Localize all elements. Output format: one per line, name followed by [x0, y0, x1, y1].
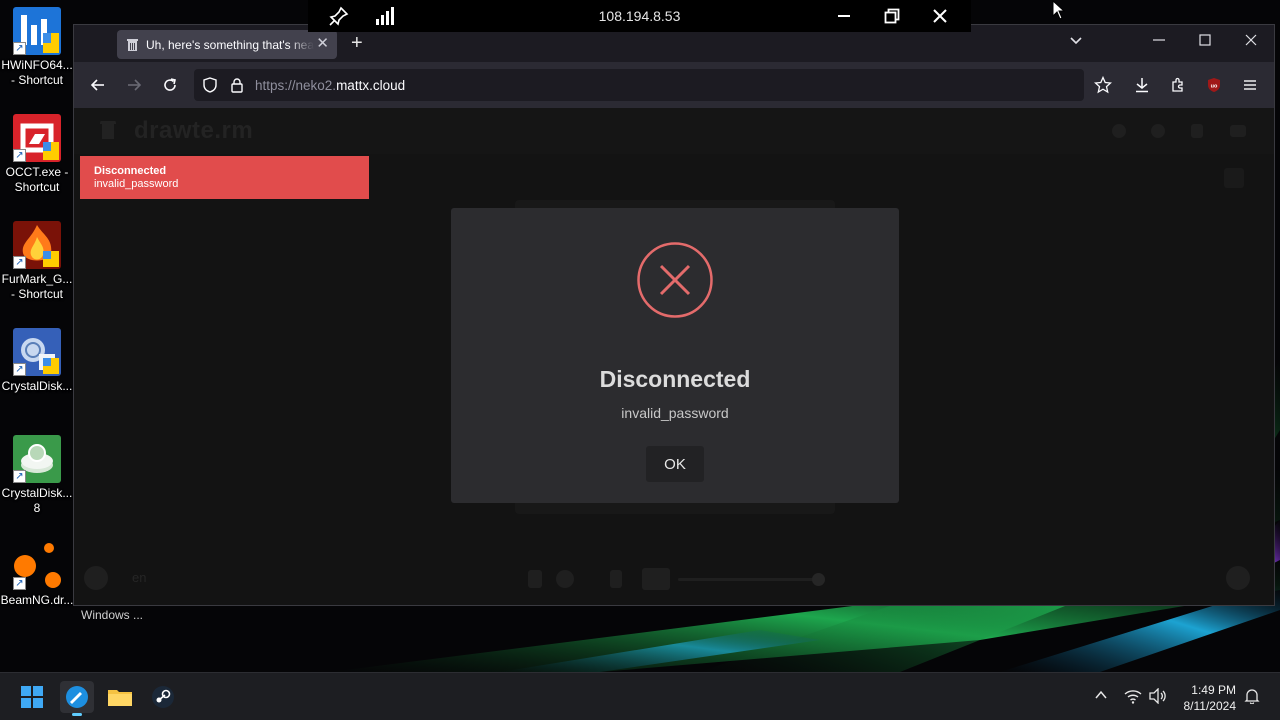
x-circle-icon [637, 242, 713, 318]
clock-date: 8/11/2024 [1183, 699, 1237, 713]
desktop-icon-occt[interactable]: ↗ OCCT.exe - Shortcut [2, 114, 72, 195]
show-hidden-icons-chevron-icon[interactable] [1094, 688, 1108, 705]
remote-desktop-icon [66, 686, 88, 708]
desktop-icon-furmark[interactable]: ↗ FurMark_G... - Shortcut [2, 221, 72, 302]
volume-icon[interactable] [1149, 687, 1167, 707]
close-tab-icon[interactable]: ✕ [316, 36, 329, 52]
shortcut-arrow-icon: ↗ [13, 470, 26, 483]
neko-footer: en [74, 554, 1274, 605]
volume-icon[interactable] [642, 568, 670, 590]
desktop-icon-label: BeamNG.dr... [0, 593, 74, 607]
forward-arrow-icon[interactable] [124, 75, 144, 95]
hamburger-menu-icon[interactable] [1240, 75, 1260, 95]
back-arrow-icon[interactable] [88, 75, 108, 95]
desktop-icon-crystaldisk-2[interactable]: ↗ CrystalDisk... 8 [2, 435, 72, 516]
bookmark-star-icon[interactable] [1093, 75, 1113, 95]
taskbar-app-steam[interactable] [146, 681, 180, 713]
volume-slider[interactable] [678, 578, 818, 581]
play-icon[interactable] [610, 570, 622, 588]
disconnected-dialog: Disconnected invalid_password OK [451, 208, 899, 503]
furmark-icon: ↗ [13, 221, 61, 269]
signal-strength-icon[interactable] [375, 6, 397, 26]
shortcut-arrow-icon: ↗ [13, 577, 26, 590]
close-icon[interactable] [929, 6, 951, 26]
folder-icon [108, 690, 132, 706]
trash-logo-icon [100, 121, 116, 139]
navigation-toolbar: https://neko2.mattx.cloud uo [74, 62, 1274, 108]
new-tab-button[interactable]: + [351, 33, 363, 53]
clock-time: 1:49 PM [1191, 683, 1236, 697]
beamng-icon: ↗ [13, 542, 61, 590]
trash-favicon-icon [127, 38, 138, 51]
desktop-icon-label: OCCT.exe - Shortcut [5, 165, 69, 194]
desktop-icon-hwinfo[interactable]: ↗ HWiNFO64... - Shortcut [1, 7, 73, 88]
occt-icon: ↗ [13, 114, 61, 162]
shortcut-arrow-icon: ↗ [13, 363, 26, 376]
list-all-tabs-icon[interactable] [1069, 33, 1083, 50]
neko-header: drawte.rm [74, 108, 1274, 154]
ok-button[interactable]: OK [646, 446, 704, 482]
shortcut-arrow-icon: ↗ [13, 42, 26, 55]
reload-icon[interactable] [160, 75, 180, 95]
neko-logo-text: drawte.rm [134, 117, 254, 144]
wifi-icon[interactable] [1124, 688, 1142, 707]
crystaldisk-icon: ↗ [13, 435, 61, 483]
close-window-icon[interactable] [1244, 33, 1258, 50]
crystaldisk-icon: ↗ [13, 328, 61, 376]
minimize-icon[interactable] [833, 6, 855, 26]
tab-active[interactable]: Uh, here's something that's neat ✕ [117, 30, 337, 59]
browser-window: Uh, here's something that's neat ✕ + htt… [73, 24, 1275, 606]
error-notification: Disconnected invalid_password [80, 156, 369, 199]
shortcut-arrow-icon: ↗ [13, 149, 26, 162]
desktop-icon-label: FurMark_G... - Shortcut [1, 272, 73, 301]
web-page: drawte.rm Disconnected invalid_password … [74, 108, 1274, 605]
start-button-windows-icon[interactable] [15, 681, 49, 713]
header-control-icon[interactable] [1151, 124, 1165, 138]
steam-icon [152, 686, 174, 708]
pointer-icon[interactable] [528, 570, 542, 588]
maximize-icon[interactable] [1198, 33, 1212, 50]
extensions-icon[interactable] [1168, 75, 1188, 95]
desktop-icon-label: HWiNFO64... - Shortcut [1, 58, 73, 87]
ublock-origin-icon[interactable]: uo [1204, 75, 1224, 95]
url-bar[interactable]: https://neko2.mattx.cloud [194, 69, 1084, 101]
taskbar-app-remote-desktop[interactable] [60, 681, 94, 716]
lock-icon[interactable] [227, 75, 247, 95]
header-control-icon[interactable] [1191, 124, 1203, 138]
menu-icon[interactable] [1230, 125, 1246, 137]
emoji-icon[interactable] [1226, 566, 1250, 590]
notification-message: invalid_password [94, 178, 179, 190]
pin-icon[interactable] [328, 6, 350, 26]
volume-slider-thumb[interactable] [812, 573, 825, 586]
desktop-icon-beamng[interactable]: ↗ BeamNG.dr... [0, 542, 74, 608]
help-icon[interactable] [84, 566, 108, 590]
svg-text:uo: uo [1211, 84, 1218, 90]
header-control-icon[interactable] [1112, 124, 1126, 138]
desktop-icon-label: CrystalDisk... [1, 379, 73, 393]
taskbar: 1:49 PM 8/11/2024 [0, 672, 1280, 720]
remote-host-title: 108.194.8.53 [598, 8, 681, 24]
dialog-title: Disconnected [599, 366, 751, 392]
language-selector[interactable]: en [132, 570, 146, 585]
desktop-icon-label: CrystalDisk... 8 [1, 486, 73, 515]
mouse-cursor-icon [1052, 0, 1066, 20]
minimize-icon[interactable] [1152, 33, 1166, 50]
shield-icon[interactable] [200, 75, 220, 95]
notification-bell-icon[interactable] [1244, 688, 1260, 707]
keyboard-lock-icon[interactable] [556, 570, 574, 588]
shortcut-arrow-icon: ↗ [13, 256, 26, 269]
notification-title: Disconnected [94, 165, 167, 177]
dialog-message: invalid_password [621, 405, 729, 421]
tab-title: Uh, here's something that's neat [146, 37, 314, 52]
desktop-window-label: Windows ... [81, 608, 144, 622]
hwinfo-icon: ↗ [13, 7, 61, 55]
fullscreen-icon[interactable] [1224, 168, 1244, 188]
url-text: https://neko2.mattx.cloud [255, 78, 406, 93]
download-icon[interactable] [1132, 75, 1152, 95]
remote-session-toolbar: 108.194.8.53 [308, 0, 971, 32]
taskbar-clock[interactable]: 1:49 PM 8/11/2024 [1170, 682, 1237, 714]
restore-icon[interactable] [881, 6, 903, 26]
taskbar-app-file-explorer[interactable] [103, 681, 137, 713]
desktop-icon-crystaldisk-1[interactable]: ↗ CrystalDisk... [2, 328, 72, 394]
